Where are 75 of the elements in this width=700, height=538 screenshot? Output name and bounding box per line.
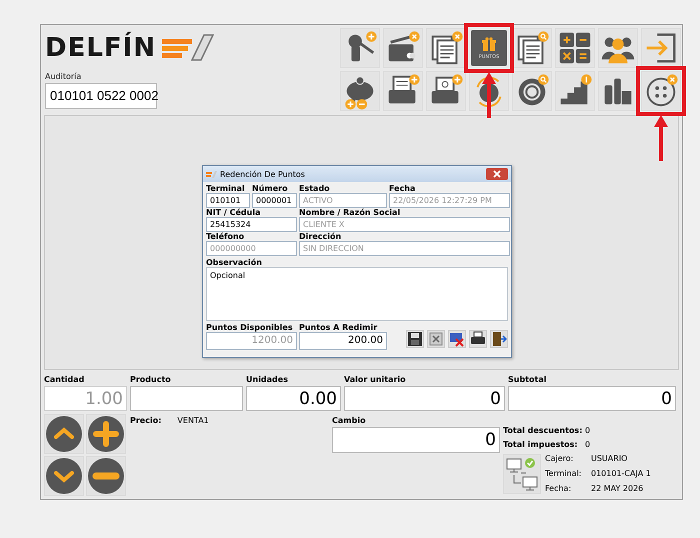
cancel-icon[interactable] (448, 330, 466, 348)
session-label: Terminal: (545, 469, 583, 479)
field-label: Producto (130, 374, 172, 386)
field-label: Observación (206, 258, 263, 267)
field-label: Número (252, 184, 289, 193)
round-button[interactable] (44, 414, 84, 454)
annotation-arrow (654, 115, 668, 161)
field-label: Puntos Disponibles (206, 323, 294, 332)
field-label: NIT / Cédula (206, 208, 262, 217)
input-field[interactable]: 0.00 (246, 386, 341, 411)
field-label: Subtotal (508, 374, 548, 386)
total-value: 0 (585, 440, 592, 449)
printer-icon[interactable] (426, 71, 466, 111)
total-label: Total descuentos: (503, 426, 584, 435)
session-value: 010101-CAJA 1 (591, 469, 651, 479)
down-chevron-icon (46, 458, 82, 494)
session-value: 22 MAY 2026 (591, 484, 644, 494)
stairs-icon[interactable] (555, 71, 595, 111)
text-area[interactable]: Opcional (206, 267, 508, 321)
field-label: Dirección (299, 232, 342, 241)
key-icon[interactable] (340, 28, 380, 68)
minus-icon (88, 458, 124, 494)
up-chevron-icon (46, 416, 82, 452)
input-field[interactable]: 0 (508, 386, 676, 411)
total-value: 0 (585, 426, 592, 435)
coin-icon[interactable] (512, 71, 552, 111)
field-label: Teléfono (206, 232, 246, 241)
round-button[interactable] (86, 456, 126, 496)
text-field[interactable]: 200.00 (299, 332, 387, 350)
text-field[interactable]: 0000001 (252, 193, 297, 208)
input-field[interactable] (130, 386, 243, 411)
plus-icon (88, 416, 124, 452)
field-label: Fecha (389, 184, 416, 193)
app-icon (206, 170, 217, 178)
exit-door-icon[interactable] (490, 330, 508, 348)
field-label: Puntos A Redimir (299, 323, 378, 332)
field-label: Terminal (206, 184, 246, 193)
field-label: Estado (299, 184, 331, 193)
window-title: Redención De Puntos (220, 170, 305, 178)
text-field[interactable]: 25415324 (206, 217, 297, 232)
session-label: Cajero: (545, 454, 574, 464)
round-button[interactable] (44, 456, 84, 496)
price-value: VENTA1 (177, 416, 209, 427)
spreadsheet-icon[interactable] (427, 330, 445, 348)
documents-icon[interactable] (512, 28, 552, 68)
annotation-arrow (482, 72, 496, 118)
input-field[interactable]: 0 (344, 386, 505, 411)
field-label: Auditoría (45, 72, 82, 81)
logo-text: DELFÍN (45, 33, 156, 63)
session-label: Fecha: (545, 484, 572, 494)
people-icon[interactable] (598, 28, 638, 68)
text-field[interactable]: 010101 (206, 193, 250, 208)
printer-icon[interactable] (469, 330, 487, 348)
field-label: Cantidad (44, 374, 86, 386)
field-label: Valor unitario (344, 374, 407, 386)
field-label: Cambio (332, 415, 367, 427)
documents-icon[interactable] (426, 28, 466, 68)
gift-icon (482, 36, 496, 50)
network-status-icon (503, 454, 541, 494)
round-button[interactable] (86, 414, 126, 454)
exit-icon[interactable] (641, 28, 681, 68)
logo-icon (160, 33, 214, 63)
change-field[interactable]: 0 (332, 427, 500, 453)
audit-field[interactable]: 010101 0522 0002 (45, 83, 157, 109)
session-value: USUARIO (591, 454, 628, 464)
printer-icon[interactable] (383, 71, 423, 111)
save-icon[interactable] (406, 330, 424, 348)
field-label: Nombre / Razón Social (299, 208, 402, 217)
total-label: Total impuestos: (503, 440, 579, 449)
piggy-bank-icon[interactable] (340, 71, 380, 111)
close-icon[interactable] (486, 168, 508, 180)
field-label: Unidades (246, 374, 289, 386)
price-label: Precio: (130, 416, 162, 427)
calculator-icon[interactable] (555, 28, 595, 68)
card-icon[interactable] (383, 28, 423, 68)
